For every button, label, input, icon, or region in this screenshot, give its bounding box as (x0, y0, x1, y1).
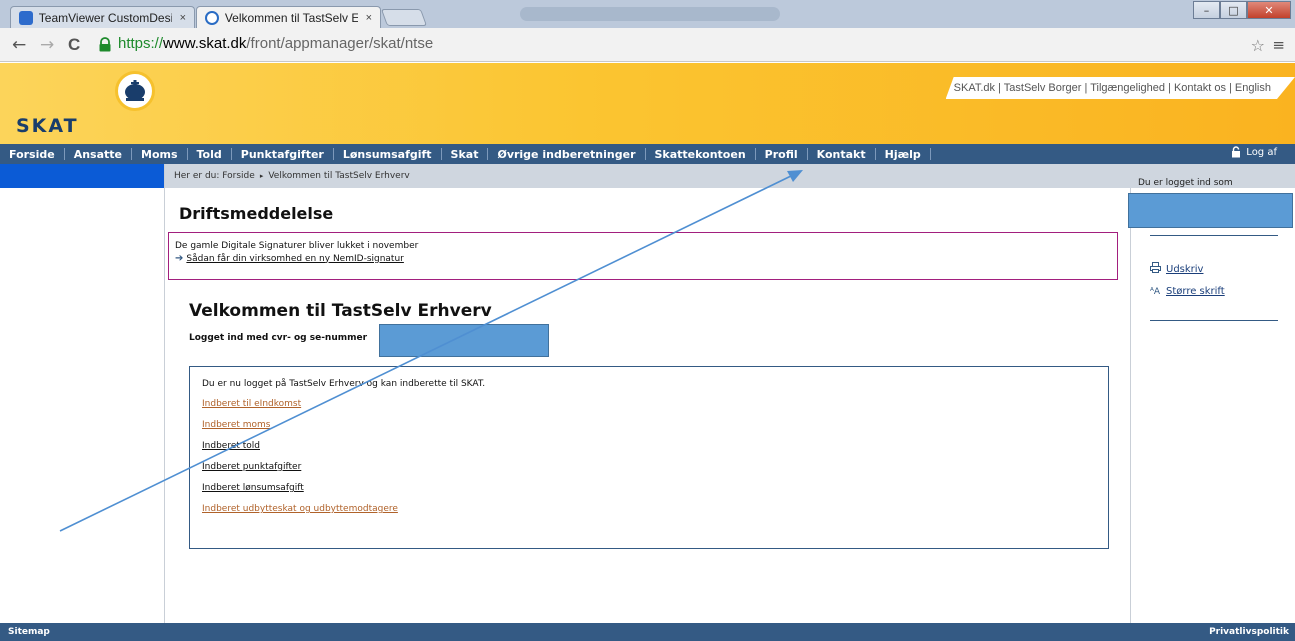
top-links[interactable]: SKAT.dk | TastSelv Borger | Tilgængeligh… (946, 77, 1295, 99)
tab-teamviewer[interactable]: TeamViewer CustomDesig × (10, 6, 195, 28)
breadcrumb-home-link[interactable]: Forside (222, 171, 255, 181)
menu-item-skat[interactable]: Skat (442, 148, 488, 161)
minimize-button[interactable]: – (1193, 1, 1220, 19)
drift-message-box: De gamle Digitale Signaturer bliver lukk… (168, 232, 1118, 280)
bigger-text-link[interactable]: ᴬA Større skrift (1150, 286, 1225, 297)
report-links-box: Du er nu logget på TastSelv Erhverv og k… (189, 366, 1109, 549)
maximize-button[interactable]: □ (1220, 1, 1247, 19)
intro-text: Du er nu logget på TastSelv Erhverv og k… (202, 379, 486, 389)
cvr-label: Logget ind med cvr- og se-nummer (189, 333, 368, 343)
printer-icon (1150, 262, 1166, 276)
menu-separator (929, 148, 931, 160)
menu-item-forside[interactable]: Forside (0, 148, 64, 161)
report-link[interactable]: Indberet til eIndkomst (202, 399, 1108, 409)
breadcrumb-prefix: Her er du: (174, 171, 220, 181)
browser-menu-icon[interactable]: ≡ (1272, 36, 1285, 54)
redacted-cvr-number (379, 324, 549, 357)
bigger-text-label[interactable]: Større skrift (1166, 286, 1225, 297)
logged-in-as-label: Du er logget ind som (1130, 164, 1295, 188)
right-divider (1150, 320, 1278, 321)
url-host: www.skat.dk (163, 35, 247, 52)
menu-item-skattekontoen[interactable]: Skattekontoen (646, 148, 755, 161)
skat-favicon-icon (205, 10, 219, 25)
address-bar[interactable]: https://www.skat.dk/front/appmanager/ska… (94, 33, 1264, 57)
padlock-icon (1232, 146, 1241, 158)
sitemap-link[interactable]: Sitemap (8, 627, 50, 637)
breadcrumb-separator-icon: ▸ (259, 172, 264, 180)
menu-item-punktafgifter[interactable]: Punktafgifter (232, 148, 333, 161)
logout-label[interactable]: Log af (1246, 147, 1277, 158)
logout-link[interactable]: Log af (1231, 146, 1277, 158)
url-text: https://www.skat.dk/front/appmanager/ska… (118, 35, 433, 52)
left-column (0, 164, 165, 623)
drift-title: Driftsmeddelelse (179, 204, 334, 223)
redacted-username (1128, 193, 1293, 228)
right-divider (1150, 235, 1278, 236)
url-protocol: https:// (118, 35, 164, 52)
tab-label: TeamViewer CustomDesig (38, 10, 172, 25)
top-links-text[interactable]: SKAT.dk | TastSelv Borger | Tilgængeligh… (954, 82, 1271, 94)
menu-item-øvrige-indberetninger[interactable]: Øvrige indberetninger (488, 148, 644, 161)
print-link[interactable]: Udskriv (1150, 262, 1203, 276)
menu-item-lønsumsafgift[interactable]: Lønsumsafgift (334, 148, 441, 161)
crown-svg (125, 80, 145, 101)
report-link[interactable]: Indberet lønsumsafgift (202, 483, 1108, 493)
left-nav-header (0, 164, 164, 188)
right-column (1130, 164, 1295, 623)
url-path: /front/appmanager/skat/ntse (246, 35, 434, 52)
print-label[interactable]: Udskriv (1166, 264, 1203, 275)
site-header: SKAT SKAT.dk | TastSelv Borger | Tilgæng… (0, 63, 1295, 144)
new-tab-button[interactable] (380, 9, 428, 26)
report-link[interactable]: Indberet told (202, 441, 1108, 451)
back-icon[interactable]: ← (12, 35, 26, 55)
arrow-right-icon: ➔ (175, 253, 184, 264)
lock-icon (99, 37, 111, 52)
drift-message: De gamle Digitale Signaturer bliver lukk… (175, 241, 419, 251)
menu-item-profil[interactable]: Profil (756, 148, 807, 161)
drift-link-row: ➔ Sådan får din virksomhed en ny NemID-s… (175, 253, 1111, 264)
tab-label: Velkommen til TastSelv Er (224, 10, 358, 25)
menu-item-hjælp[interactable]: Hjælp (876, 148, 930, 161)
blurred-title-area (520, 7, 780, 21)
text-size-icon: ᴬA (1150, 286, 1161, 297)
reload-icon[interactable]: C (68, 35, 80, 55)
report-link[interactable]: Indberet punktafgifter (202, 462, 1108, 472)
crown-icon[interactable] (115, 71, 155, 111)
menu-item-kontakt[interactable]: Kontakt (808, 148, 875, 161)
privacy-link[interactable]: Privatlivspolitik (1209, 627, 1289, 637)
main-menu: Forside Ansatte Moms Told Punktafgifter Lønsu… (0, 144, 1295, 164)
window-controls: – □ ✕ (1193, 1, 1291, 19)
close-window-button[interactable]: ✕ (1247, 1, 1291, 19)
breadcrumb: Her er du: Forside ▸ Velkommen til TastS… (165, 164, 1130, 188)
close-tab-icon[interactable]: × (180, 12, 186, 24)
skat-logo[interactable]: SKAT (16, 115, 79, 137)
tab-tastselv[interactable]: Velkommen til TastSelv Er × (196, 6, 381, 28)
teamviewer-favicon-icon (19, 10, 33, 25)
menu-item-moms[interactable]: Moms (132, 148, 187, 161)
close-tab-icon[interactable]: × (366, 12, 372, 24)
footer: Sitemap Privatlivspolitik (0, 623, 1295, 641)
menu-item-told[interactable]: Told (188, 148, 231, 161)
bookmark-star-icon[interactable]: ☆ (1251, 36, 1265, 55)
forward-icon[interactable]: → (40, 35, 54, 55)
browser-tabstrip: TeamViewer CustomDesig × Velkommen til T… (0, 0, 1295, 28)
page-title: Velkommen til TastSelv Erhverv (189, 301, 492, 321)
menu-item-ansatte[interactable]: Ansatte (65, 148, 131, 161)
report-link[interactable]: Indberet moms (202, 420, 1108, 430)
nemid-link[interactable]: Sådan får din virksomhed en ny NemID-sig… (186, 254, 403, 264)
browser-toolbar: ← → C https://www.skat.dk/front/appmanag… (0, 28, 1295, 62)
breadcrumb-current: Velkommen til TastSelv Erhverv (268, 171, 410, 181)
report-link[interactable]: Indberet udbytteskat og udbyttemodtagere (202, 504, 1108, 514)
